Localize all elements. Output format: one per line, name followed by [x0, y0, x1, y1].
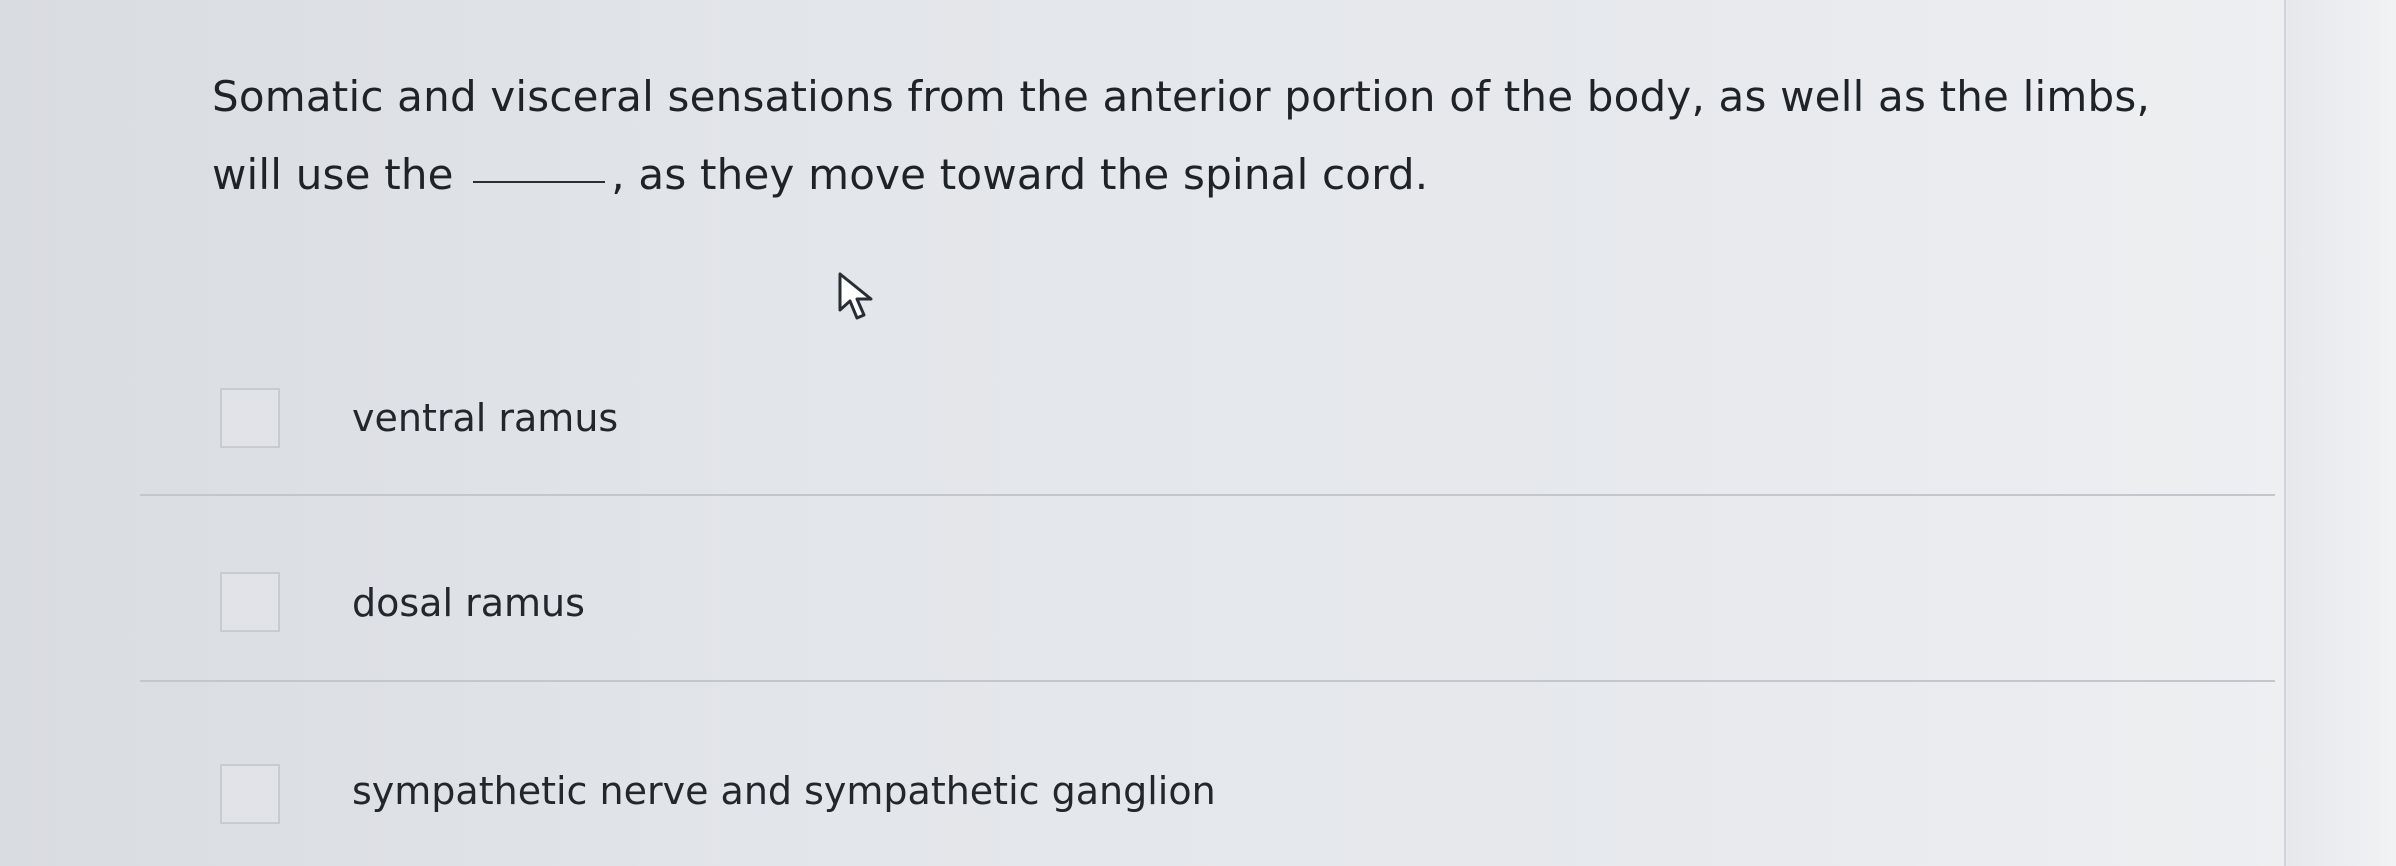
question-text: Somatic and visceral sensations from the… — [212, 58, 2192, 214]
answer-option-2[interactable]: dosal ramus — [220, 558, 2270, 678]
answer-option-1[interactable]: ventral ramus — [220, 368, 2270, 488]
option-label: ventral ramus — [352, 396, 619, 440]
quiz-screen: Somatic and visceral sensations from the… — [0, 0, 2396, 866]
option-divider — [140, 680, 2275, 682]
option-label: dosal ramus — [352, 581, 585, 625]
checkbox[interactable] — [220, 388, 280, 448]
answer-option-3[interactable]: sympathetic nerve and sympathetic gangli… — [220, 746, 2270, 866]
question-blank — [473, 181, 606, 183]
page-edge — [2284, 0, 2396, 866]
question-part-2: , as they move toward the spinal cord. — [611, 150, 1429, 199]
checkbox[interactable] — [220, 572, 280, 632]
checkbox[interactable] — [220, 764, 280, 824]
option-label: sympathetic nerve and sympathetic gangli… — [352, 769, 1216, 813]
mouse-cursor-icon — [838, 272, 873, 320]
option-divider — [140, 494, 2275, 496]
